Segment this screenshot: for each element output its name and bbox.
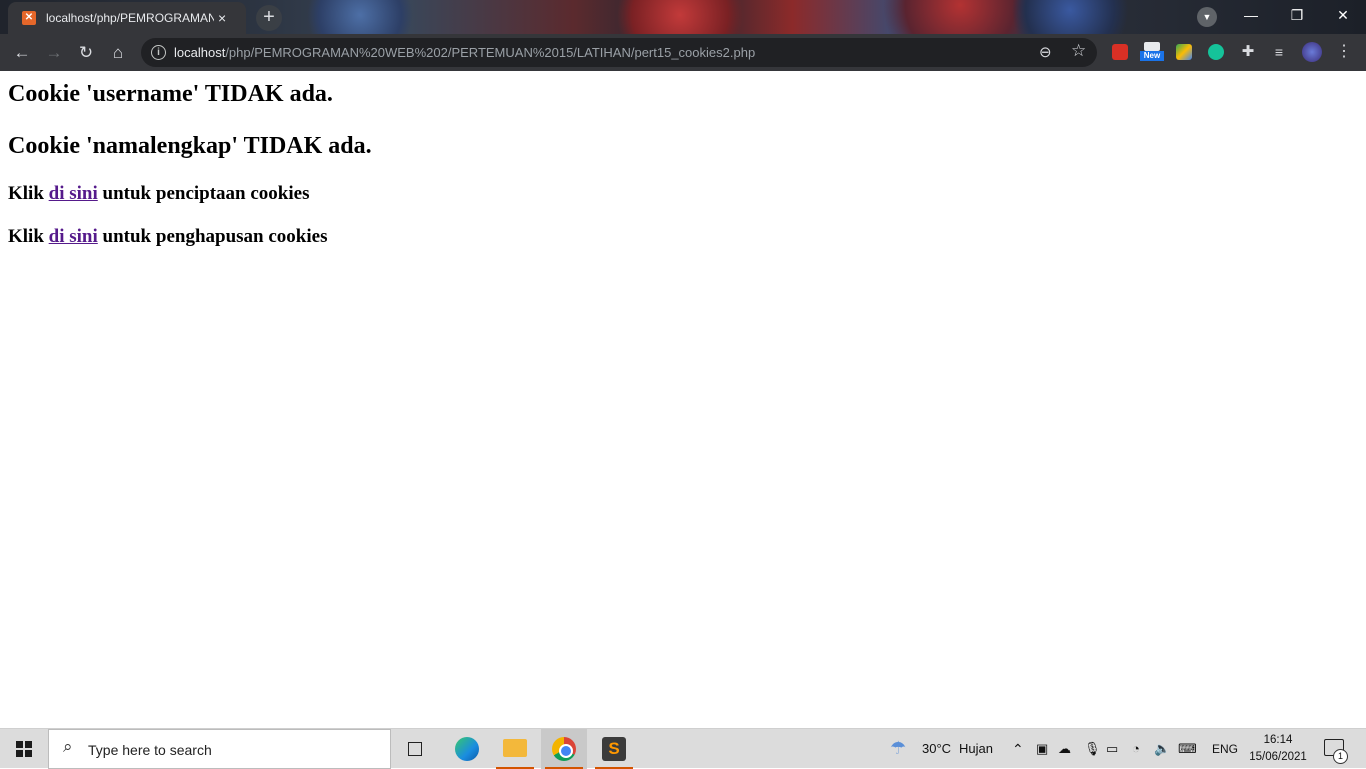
- chrome-taskbar-button[interactable]: [541, 729, 587, 769]
- weather-temp[interactable]: 30°C: [922, 741, 951, 756]
- url-path: /php/PEMROGRAMAN%20WEB%202/PERTEMUAN%201…: [225, 45, 756, 60]
- extension-new-icon[interactable]: New: [1140, 42, 1164, 64]
- window-minimize-button[interactable]: —: [1228, 0, 1274, 30]
- media-queue-icon[interactable]: ≡: [1271, 44, 1287, 60]
- bookmark-star-icon[interactable]: ☆: [1071, 41, 1086, 61]
- microphone-icon[interactable]: 🎙: [1084, 741, 1101, 757]
- windows-taskbar: ⌕ Type here to search S ☂ 30°C Hujan ⌃ ▣…: [0, 728, 1366, 769]
- forward-arrow-icon[interactable]: →: [43, 42, 65, 64]
- sublime-text-icon: S: [602, 737, 626, 761]
- tab-title: localhost/php/PEMROGRAMAN WEB 2/PERTEMUA…: [46, 11, 214, 25]
- task-view-button[interactable]: [393, 729, 439, 769]
- clock-date: 15/06/2021: [1249, 751, 1307, 763]
- edge-taskbar-button[interactable]: [444, 729, 490, 769]
- browser-title-bar: ✕ localhost/php/PEMROGRAMAN WEB 2/PERTEM…: [0, 0, 1366, 34]
- back-arrow-icon[interactable]: ←: [11, 42, 33, 64]
- system-clock[interactable]: 16:14 15/06/2021: [1248, 732, 1308, 766]
- create-suffix: untuk penciptaan cookies: [97, 183, 310, 204]
- volume-icon[interactable]: 🔈: [1154, 741, 1170, 757]
- browser-tab-active[interactable]: ✕ localhost/php/PEMROGRAMAN WEB 2/PERTEM…: [8, 2, 246, 34]
- touch-keyboard-icon[interactable]: ⌨: [1178, 741, 1197, 757]
- zoom-icon[interactable]: ⊖: [1039, 43, 1052, 61]
- clock-time: 16:14: [1263, 734, 1293, 746]
- file-explorer-taskbar-button[interactable]: [492, 729, 538, 769]
- battery-icon[interactable]: ▭: [1106, 741, 1118, 757]
- cookie-namalengkap-status: Cookie 'namalengkap' TIDAK ada.: [8, 133, 372, 159]
- new-tab-button[interactable]: +: [256, 5, 282, 31]
- wifi-icon[interactable]: ◔: [1132, 741, 1140, 756]
- address-bar[interactable]: i localhost/php/PEMROGRAMAN%20WEB%202/PE…: [141, 38, 1097, 67]
- weather-rain-icon[interactable]: ☂: [890, 738, 906, 759]
- cookie-username-status: Cookie 'username' TIDAK ada.: [8, 81, 333, 107]
- search-icon: ⌕: [63, 737, 73, 756]
- windows-logo-icon: [16, 741, 32, 757]
- tab-search-dropdown-icon[interactable]: ▼: [1197, 7, 1217, 27]
- task-view-icon: [408, 742, 422, 756]
- xampp-favicon-icon: ✕: [22, 11, 36, 25]
- meet-now-icon[interactable]: ▣: [1036, 741, 1048, 757]
- page-content: Cookie 'username' TIDAK ada. Cookie 'nam…: [0, 71, 1366, 728]
- window-close-button[interactable]: ✕: [1320, 0, 1366, 30]
- delete-cookies-line: Klik di sini untuk penghapusan cookies: [8, 226, 327, 248]
- url-text[interactable]: localhost/php/PEMROGRAMAN%20WEB%202/PERT…: [174, 45, 755, 60]
- start-button[interactable]: [0, 729, 48, 769]
- delete-prefix: Klik: [8, 226, 49, 247]
- create-prefix: Klik: [8, 183, 49, 204]
- weather-desc[interactable]: Hujan: [959, 741, 993, 756]
- delete-cookies-link[interactable]: di sini: [49, 226, 98, 247]
- extensions-puzzle-icon[interactable]: ✚: [1240, 44, 1256, 60]
- sublime-text-taskbar-button[interactable]: S: [591, 729, 637, 769]
- profile-avatar[interactable]: [1302, 42, 1322, 62]
- tab-close-icon[interactable]: ×: [218, 10, 226, 26]
- notification-count-badge: 1: [1333, 749, 1348, 764]
- extension-new-box-icon: [1144, 42, 1160, 51]
- input-language[interactable]: ENG: [1212, 742, 1238, 756]
- taskbar-search-box[interactable]: ⌕ Type here to search: [48, 729, 391, 769]
- onedrive-cloud-icon[interactable]: ☁: [1058, 741, 1071, 757]
- extension-colorful-icon[interactable]: [1176, 44, 1192, 60]
- search-placeholder: Type here to search: [88, 742, 212, 758]
- browser-menu-icon[interactable]: ⋮: [1336, 44, 1352, 60]
- folder-icon: [503, 739, 527, 757]
- show-hidden-icons-chevron-icon[interactable]: ⌃: [1012, 741, 1024, 758]
- theme-background-shape: [1000, 0, 1140, 34]
- extension-new-badge: New: [1140, 51, 1164, 61]
- theme-background-shape: [600, 0, 760, 34]
- edge-icon: [455, 737, 479, 761]
- theme-background-shape: [300, 0, 420, 34]
- create-cookies-link[interactable]: di sini: [49, 183, 98, 204]
- site-info-icon[interactable]: i: [151, 45, 166, 60]
- window-restore-button[interactable]: ❐: [1274, 0, 1320, 30]
- chrome-icon-center: [559, 744, 573, 758]
- extension-red-shield-icon[interactable]: [1112, 44, 1128, 60]
- create-cookies-line: Klik di sini untuk penciptaan cookies: [8, 183, 309, 205]
- home-icon[interactable]: ⌂: [107, 42, 129, 64]
- grammarly-icon[interactable]: [1208, 44, 1224, 60]
- reload-icon[interactable]: ↻: [75, 42, 97, 64]
- url-host: localhost: [174, 45, 226, 60]
- delete-suffix: untuk penghapusan cookies: [97, 226, 328, 247]
